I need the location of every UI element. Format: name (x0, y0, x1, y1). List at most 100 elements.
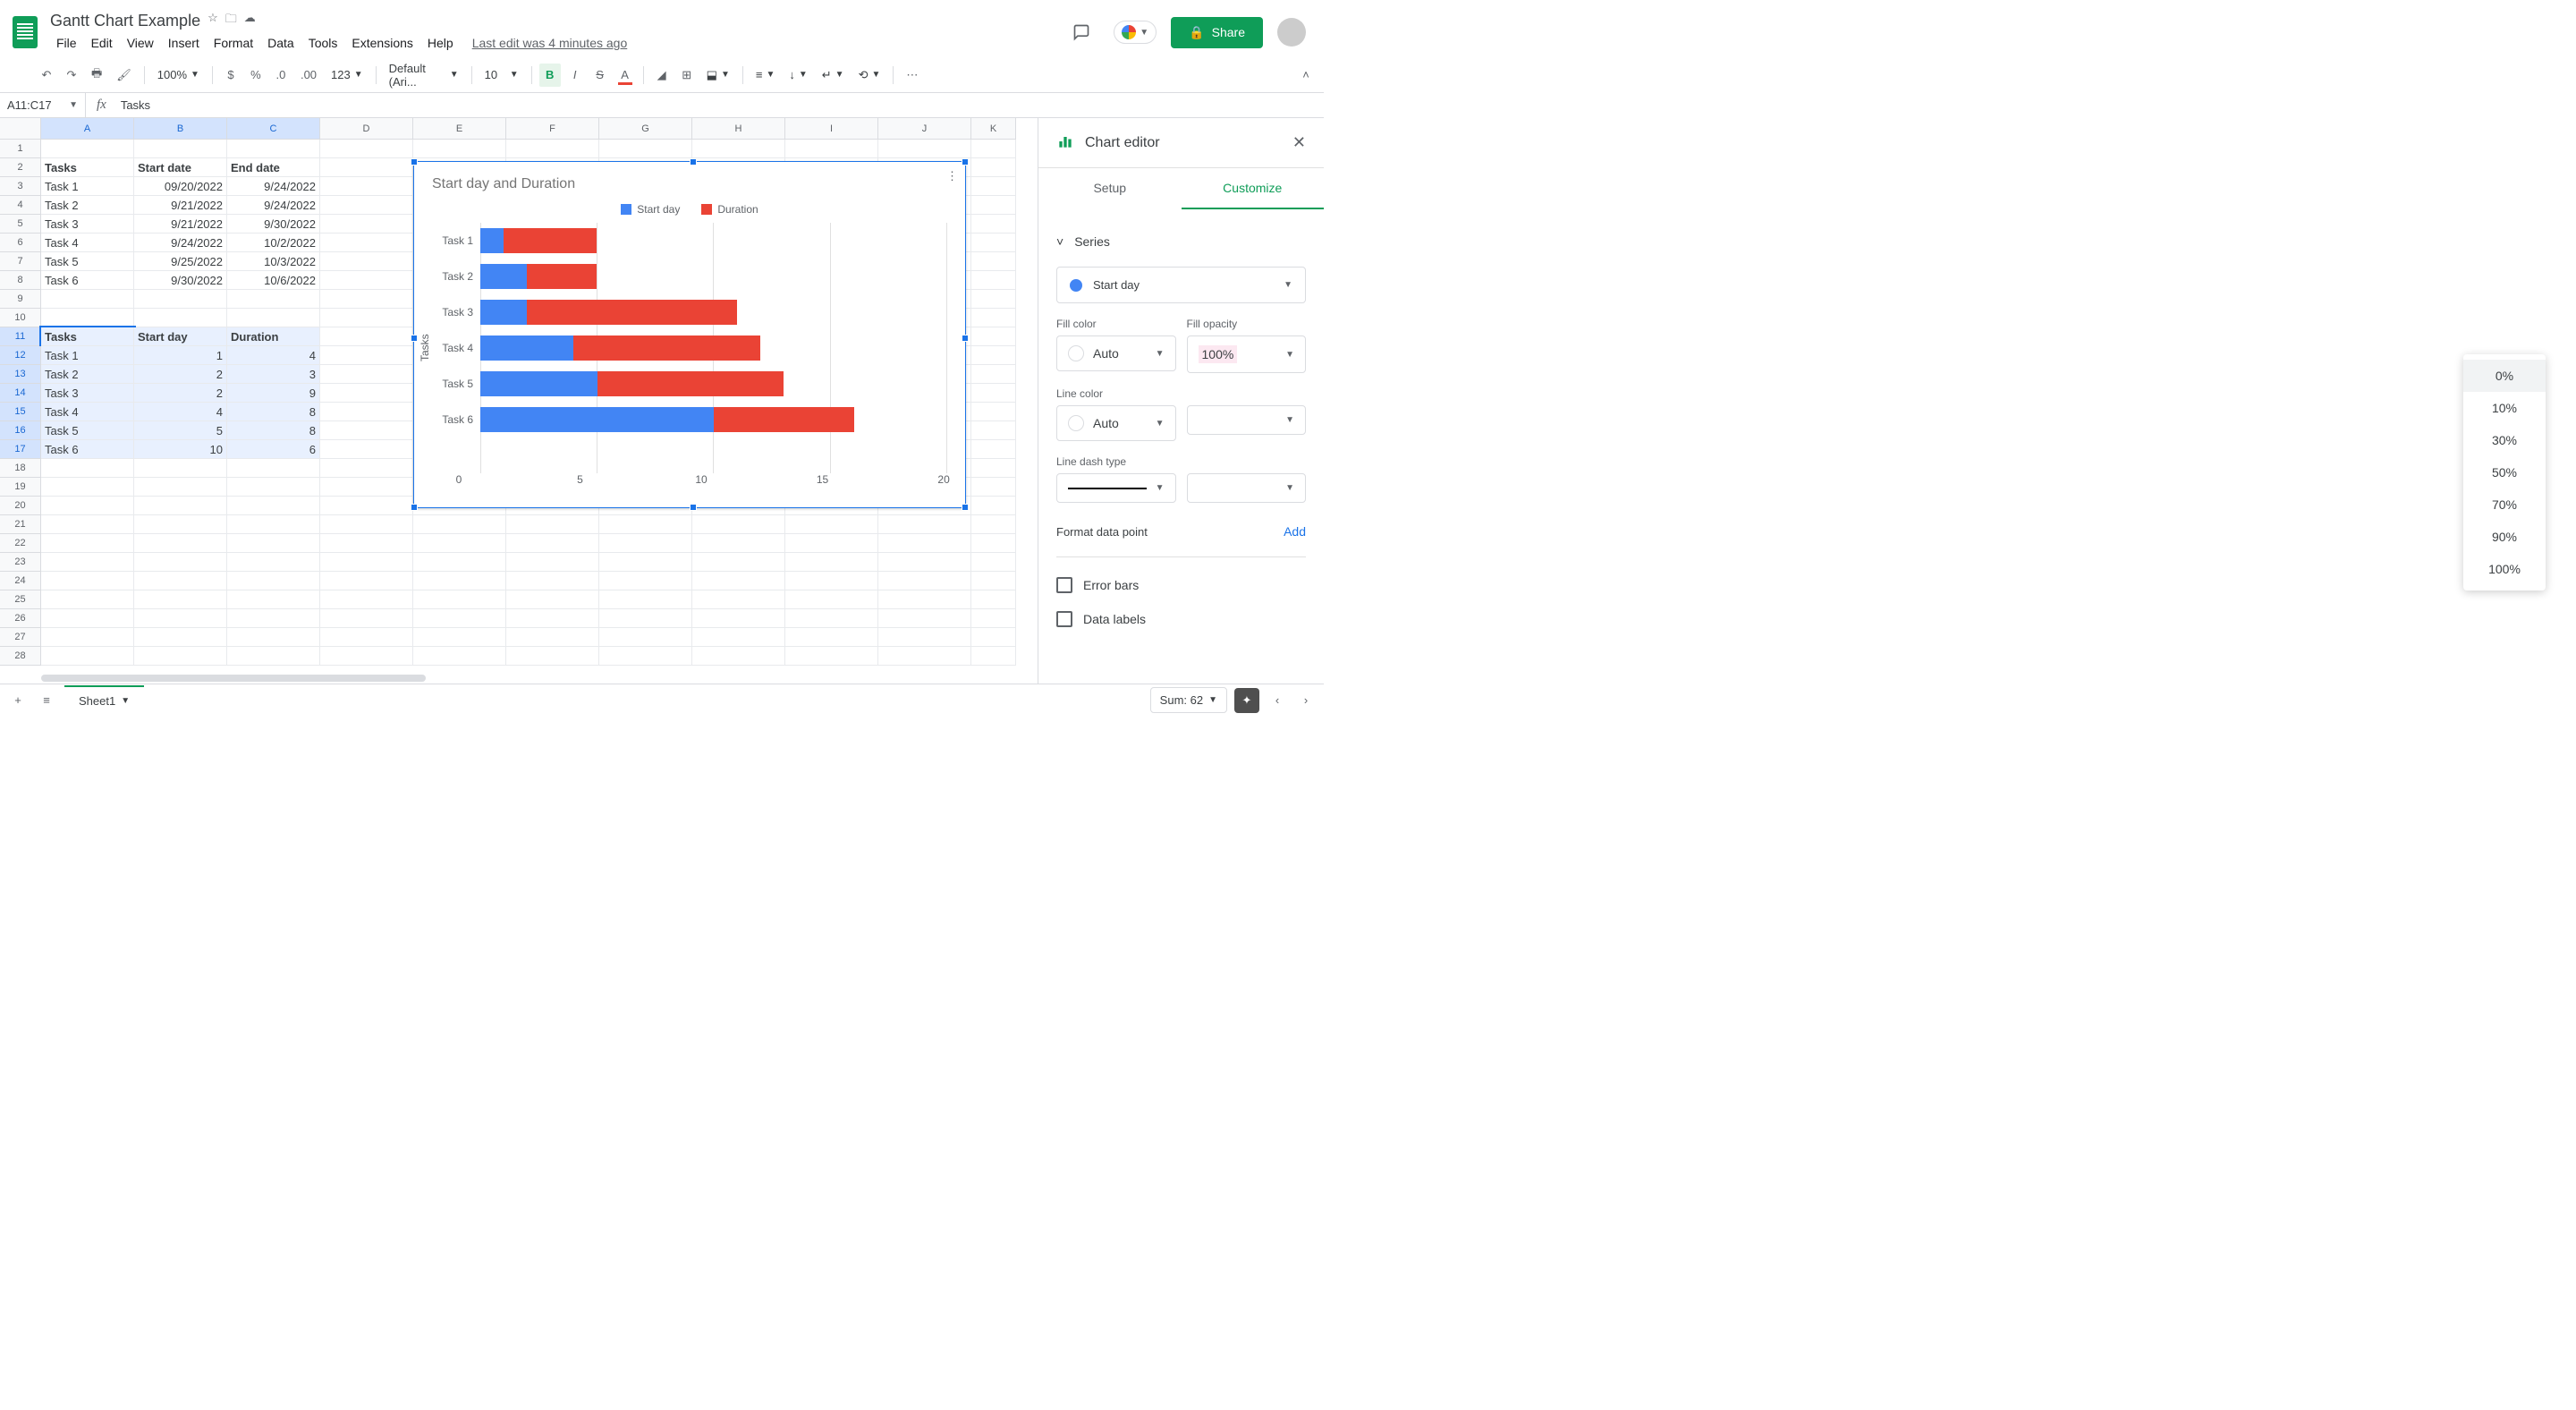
strikethrough-button[interactable]: S (589, 64, 611, 87)
cell[interactable] (41, 534, 134, 553)
cell[interactable] (134, 140, 227, 158)
percent-button[interactable]: % (245, 64, 267, 87)
cell[interactable] (413, 553, 506, 572)
menu-help[interactable]: Help (421, 32, 460, 54)
cell[interactable] (227, 534, 320, 553)
col-header[interactable]: K (971, 118, 1016, 140)
col-header[interactable]: A (41, 118, 134, 140)
cell[interactable] (971, 515, 1016, 534)
fill-opacity-dropdown[interactable]: 100% ▼ (1187, 336, 1307, 373)
cell[interactable] (971, 572, 1016, 590)
cell[interactable] (971, 215, 1016, 234)
cell[interactable]: 6 (227, 440, 320, 459)
cell[interactable] (971, 628, 1016, 647)
cell[interactable] (320, 215, 413, 234)
row-header[interactable]: 14 (0, 384, 41, 403)
sheets-logo[interactable] (7, 14, 43, 50)
line-color-dropdown[interactable]: Auto ▼ (1056, 405, 1176, 441)
cell[interactable]: Duration (227, 327, 320, 346)
cell[interactable] (41, 497, 134, 515)
cell[interactable] (320, 459, 413, 478)
tab-customize[interactable]: Customize (1182, 168, 1325, 209)
row-header[interactable]: 7 (0, 252, 41, 271)
series-section-header[interactable]: ˅ Series (1056, 224, 1306, 259)
font-size-dropdown[interactable]: 10▼ (479, 64, 524, 85)
rotate-button[interactable]: ⟲▼ (853, 64, 886, 86)
cell[interactable] (41, 515, 134, 534)
cell[interactable] (971, 140, 1016, 158)
cell[interactable] (971, 609, 1016, 628)
cell[interactable] (320, 327, 413, 346)
row-header[interactable]: 5 (0, 215, 41, 234)
cell[interactable]: 9/24/2022 (227, 196, 320, 215)
col-header[interactable]: H (692, 118, 785, 140)
cell[interactable] (320, 478, 413, 497)
row-header[interactable]: 11 (0, 327, 41, 346)
error-bars-checkbox[interactable]: Error bars (1056, 568, 1306, 602)
cell[interactable]: 4 (134, 403, 227, 421)
opacity-option[interactable]: 100% (2463, 553, 2546, 585)
borders-button[interactable]: ⊞ (676, 64, 698, 87)
row-header[interactable]: 18 (0, 459, 41, 478)
menu-data[interactable]: Data (261, 32, 301, 54)
cell[interactable] (134, 497, 227, 515)
cell[interactable] (971, 647, 1016, 666)
merge-button[interactable]: ⬓▼ (701, 64, 735, 86)
fill-color-dropdown[interactable]: Auto ▼ (1056, 336, 1176, 371)
side-panel-prev[interactable]: ‹ (1267, 689, 1288, 712)
cell[interactable] (599, 534, 692, 553)
cell[interactable] (320, 553, 413, 572)
cell[interactable] (41, 628, 134, 647)
cell[interactable]: 3 (227, 365, 320, 384)
cell[interactable] (506, 572, 599, 590)
row-header[interactable]: 28 (0, 647, 41, 666)
cell[interactable] (227, 497, 320, 515)
row-header[interactable]: 26 (0, 609, 41, 628)
line-dash-dropdown[interactable]: ▼ (1056, 473, 1176, 503)
row-header[interactable]: 27 (0, 628, 41, 647)
row-header[interactable]: 10 (0, 309, 41, 327)
embedded-chart[interactable]: ⋮ Start day and Duration Start day Durat… (413, 161, 966, 508)
cell[interactable] (971, 553, 1016, 572)
cell[interactable]: Task 2 (41, 196, 134, 215)
cell[interactable] (227, 309, 320, 327)
cell[interactable] (971, 421, 1016, 440)
cell[interactable] (413, 140, 506, 158)
opacity-option[interactable]: 70% (2463, 488, 2546, 521)
cell[interactable] (41, 553, 134, 572)
italic-button[interactable]: I (564, 64, 586, 87)
cell[interactable] (506, 534, 599, 553)
cell[interactable] (41, 309, 134, 327)
chart-menu-icon[interactable]: ⋮ (946, 169, 958, 183)
cell[interactable] (134, 515, 227, 534)
col-header[interactable]: G (599, 118, 692, 140)
share-button[interactable]: 🔒 Share (1171, 17, 1263, 48)
doc-title[interactable]: Gantt Chart Example (50, 12, 200, 30)
cell[interactable] (413, 515, 506, 534)
cell[interactable] (692, 534, 785, 553)
cell[interactable] (134, 290, 227, 309)
h-align-button[interactable]: ≡▼ (750, 64, 781, 85)
cell[interactable] (599, 628, 692, 647)
row-header[interactable]: 13 (0, 365, 41, 384)
cell[interactable]: Tasks (41, 327, 134, 346)
cell[interactable] (506, 515, 599, 534)
cell[interactable] (971, 384, 1016, 403)
cell[interactable] (320, 346, 413, 365)
cell[interactable]: Task 3 (41, 215, 134, 234)
cell[interactable]: 9/25/2022 (134, 252, 227, 271)
cell[interactable] (971, 440, 1016, 459)
formula-bar[interactable]: Tasks (117, 98, 150, 112)
undo-button[interactable]: ↶ (36, 64, 57, 87)
opacity-option[interactable]: 0% (2463, 360, 2546, 392)
row-header[interactable]: 25 (0, 590, 41, 609)
row-header[interactable]: 9 (0, 290, 41, 309)
tab-setup[interactable]: Setup (1038, 168, 1182, 209)
spreadsheet-grid[interactable]: A B C D E F G H I J K 12TasksStart dateE… (0, 118, 1038, 684)
cell[interactable]: 9/24/2022 (134, 234, 227, 252)
cell[interactable] (41, 647, 134, 666)
last-edit-link[interactable]: Last edit was 4 minutes ago (472, 36, 628, 50)
cell[interactable] (227, 290, 320, 309)
cell[interactable] (320, 647, 413, 666)
cell[interactable] (320, 572, 413, 590)
